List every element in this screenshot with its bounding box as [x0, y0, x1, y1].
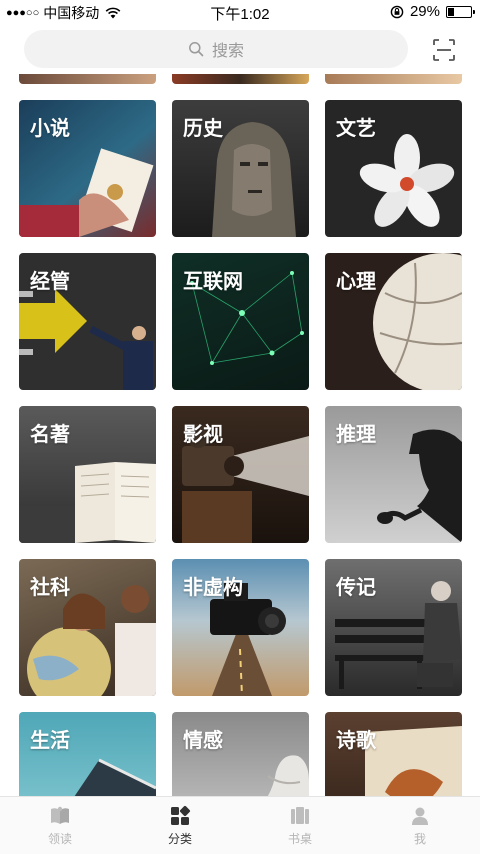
status-right: 29% [390, 3, 475, 20]
bookshelf-icon [291, 806, 309, 824]
category-tile-psychology[interactable]: 心理 [325, 253, 462, 390]
category-label: 社科 [30, 577, 70, 599]
book-icon [51, 806, 69, 824]
category-label: 心理 [336, 271, 376, 293]
tab-label: 我 [413, 831, 426, 846]
category-label: 生活 [30, 730, 70, 752]
category-tile-poetry[interactable]: 诗歌 [325, 712, 462, 796]
category-tile-arts[interactable]: 文艺 [325, 100, 462, 237]
category-tile-business[interactable]: 经管 [19, 253, 156, 390]
category-label: 名著 [30, 424, 70, 446]
rotation-lock-icon [390, 5, 404, 18]
category-icon [171, 805, 191, 825]
battery-percent: 29% [409, 3, 440, 20]
category-label: 小说 [30, 118, 70, 140]
tab-label: 分类 [167, 831, 192, 846]
category-tile-internet[interactable]: 互联网 [172, 253, 309, 390]
category-tile-social-science[interactable]: 社科 [19, 559, 156, 696]
category-grid: 小说 历史 文艺 经管 互联网 心理 名著 影视 推理 社科 非虚构 传记 生活… [0, 74, 480, 796]
search-placeholder: 搜索 [211, 43, 244, 60]
category-tile-classics[interactable]: 名著 [19, 406, 156, 543]
scan-icon[interactable] [432, 38, 456, 62]
tab-category[interactable]: 分类 [120, 797, 240, 854]
tab-label: 书桌 [287, 831, 312, 846]
category-label: 历史 [183, 118, 223, 140]
category-label: 非虚构 [183, 577, 243, 599]
category-tile-partial[interactable] [19, 74, 156, 84]
tab-desk[interactable]: 书桌 [240, 797, 360, 854]
status-bar: ●●●○○ 中国移动 下午1:02 29% [0, 0, 480, 24]
category-tile-nonfiction[interactable]: 非虚构 [172, 559, 309, 696]
category-tile-partial[interactable] [172, 74, 309, 84]
battery-level [448, 7, 455, 16]
search-input[interactable]: 搜索 [24, 30, 408, 68]
category-tile-life[interactable]: 生活 [19, 712, 156, 796]
category-label: 情感 [183, 730, 223, 752]
bottom-tab-bar: 领读 分类 书桌 我 [0, 796, 480, 854]
category-label: 互联网 [183, 271, 243, 293]
category-label: 传记 [336, 577, 376, 599]
category-tile-emotion[interactable]: 情感 [172, 712, 309, 796]
category-tile-partial[interactable] [325, 74, 462, 84]
search-icon [189, 42, 204, 57]
tab-read[interactable]: 领读 [0, 797, 120, 854]
category-tile-history[interactable]: 历史 [172, 100, 309, 237]
category-tile-film[interactable]: 影视 [172, 406, 309, 543]
tab-label: 领读 [47, 831, 72, 846]
category-label: 影视 [183, 424, 223, 446]
category-tile-mystery[interactable]: 推理 [325, 406, 462, 543]
search-row: 搜索 [0, 24, 480, 74]
category-label: 经管 [30, 271, 70, 293]
category-label: 推理 [336, 424, 376, 446]
category-label: 文艺 [336, 118, 376, 140]
battery-icon [446, 5, 475, 18]
category-label: 诗歌 [336, 730, 376, 752]
category-tile-novel[interactable]: 小说 [19, 100, 156, 237]
person-icon [412, 807, 428, 825]
category-tile-biography[interactable]: 传记 [325, 559, 462, 696]
tab-me[interactable]: 我 [360, 797, 480, 854]
